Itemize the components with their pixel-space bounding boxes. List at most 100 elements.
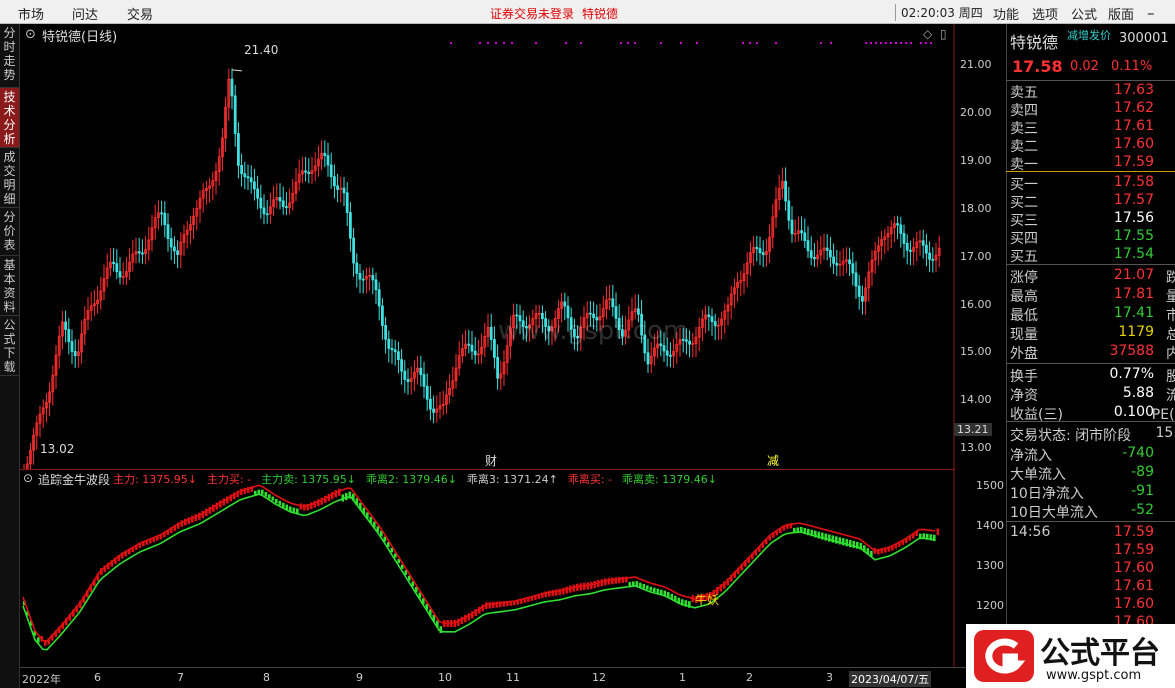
- menu-wenda[interactable]: 问达: [72, 4, 98, 23]
- candle-body: [832, 256, 835, 264]
- candle-body: [761, 252, 765, 256]
- candle-body: [925, 244, 928, 254]
- quote-row: 涨停 21.07 跌停: [1010, 267, 1175, 286]
- candle-body: [637, 308, 640, 315]
- marker-reduce[interactable]: 减: [767, 452, 779, 469]
- quote-row: 买三 17.56: [1010, 210, 1175, 229]
- candle-body: [176, 250, 180, 255]
- axis-label: 2: [746, 671, 753, 684]
- indicator-legend: 主力: 1375.95↓ 主力买: - 主力卖: 1375.95↓ 乖离2: 1379…: [113, 471, 727, 487]
- quote-value: -740: [1122, 445, 1154, 461]
- quote-row: 卖二 17.60: [1010, 136, 1175, 155]
- menu-trade[interactable]: 交易: [127, 4, 153, 23]
- candle-body: [115, 263, 119, 273]
- divider: [1006, 363, 1175, 364]
- quote-key: 卖五: [1010, 85, 1038, 101]
- left-tab-bar: 分时走势 技术分析 成交明细 分价表 基本资料 公式下载: [0, 24, 20, 688]
- price-tick: 21.00: [960, 58, 992, 71]
- chart-title: 特锐德(日线): [42, 30, 118, 45]
- chart-dropdown-icon[interactable]: ⊙: [25, 27, 36, 42]
- legend-item: 乖离买: -: [567, 473, 612, 486]
- indicator-chart[interactable]: ⊙ 追踪金牛波段 主力: 1375.95↓ 主力买: - 主力卖: 1375.95↓…: [20, 469, 955, 668]
- candle-body: [326, 155, 330, 166]
- quote-key: 买三: [1010, 213, 1038, 229]
- quote-row: 外盘 37588 内盘: [1010, 343, 1175, 362]
- quote-row: 净资 5.88 流通: [1010, 385, 1175, 404]
- indicator-bar: [275, 499, 278, 504]
- indicator-title: 追踪金牛波段: [38, 473, 111, 487]
- candle-body: [243, 173, 247, 178]
- menu-market[interactable]: 市场: [18, 4, 44, 23]
- axis-cursor-date: 2023/04/07/五: [849, 671, 932, 687]
- candle-body: [861, 296, 864, 302]
- indicator-tick: 1300: [976, 559, 1004, 572]
- candle-body: [278, 197, 282, 202]
- tab-formula-download[interactable]: 公式下载: [0, 316, 19, 376]
- tab-technical[interactable]: 技术分析: [0, 88, 19, 148]
- legend-item: 乖离卖: 1379.46↓: [622, 473, 717, 486]
- quote-key: 买一: [1010, 177, 1038, 193]
- divider: [1006, 171, 1175, 172]
- quote-extra: 量比: [1166, 289, 1175, 305]
- candle-body: [256, 188, 260, 199]
- candle-body: [403, 370, 407, 380]
- quote-key: 净资: [1010, 388, 1038, 404]
- quote-row: 买五 17.54: [1010, 246, 1175, 265]
- candle-body: [489, 326, 493, 340]
- diamond-icon[interactable]: ◇: [923, 27, 932, 41]
- candle-body: [262, 207, 266, 215]
- tab-deals[interactable]: 成交明细: [0, 148, 19, 208]
- quote-row: 换手 0.77% 股本: [1010, 366, 1175, 385]
- candlestick-chart[interactable]: ⊙ 特锐德(日线) 21.40 13.02 财 减 www.gspt.com ◇…: [20, 24, 992, 487]
- quote-row: 收益(三)0.100PE(动): [1010, 404, 1175, 423]
- quote-row: 现量 1179 总量: [1010, 324, 1175, 343]
- candle-body: [589, 312, 592, 315]
- minimize-icon[interactable]: –: [1147, 4, 1155, 22]
- quote-extra: 股本: [1166, 369, 1175, 385]
- menu-function[interactable]: 功能: [993, 4, 1019, 23]
- indicator-bar: [264, 492, 268, 497]
- marker-finance[interactable]: 财: [485, 452, 497, 469]
- price-tick: 13.00: [960, 441, 992, 455]
- candle-body: [787, 200, 791, 221]
- clock: 02:20:03 周四: [895, 4, 983, 21]
- candle-body: [345, 192, 349, 213]
- menu-layout[interactable]: 版面: [1108, 4, 1134, 23]
- candle-body: [352, 237, 356, 264]
- menu-options[interactable]: 选项: [1032, 4, 1058, 23]
- candle-body: [790, 219, 794, 235]
- status-label: 交易状态: 闭市阶段: [1010, 428, 1132, 444]
- tab-fundamentals[interactable]: 基本资料: [0, 256, 19, 316]
- indicator-bar: [261, 489, 264, 495]
- candle-body: [467, 343, 471, 346]
- candle-body: [230, 78, 234, 97]
- indicator-bar: [488, 602, 492, 609]
- candle-body: [342, 187, 346, 194]
- quote-value: 17.63: [1113, 82, 1154, 98]
- square-icon[interactable]: ▯: [940, 27, 947, 41]
- indicator-bar: [495, 601, 499, 608]
- quote-key: 买二: [1010, 195, 1038, 211]
- axis-label: 2022年: [22, 673, 61, 686]
- tab-price-table[interactable]: 分价表: [0, 208, 19, 256]
- candle-body: [931, 258, 935, 261]
- candle-body: [758, 248, 762, 254]
- tab-timeshare[interactable]: 分时走势: [0, 24, 19, 88]
- candle-body: [374, 279, 378, 291]
- candle-body: [688, 340, 691, 345]
- quote-value: 17.61: [1113, 578, 1154, 594]
- quote-row: 卖四 17.62: [1010, 100, 1175, 119]
- candle-body: [713, 321, 717, 327]
- indicator-dropdown-icon[interactable]: ⊙: [23, 471, 33, 485]
- candle-body: [813, 257, 816, 260]
- candle-body: [64, 321, 67, 330]
- tab-label: 成交明细: [3, 150, 16, 206]
- indicator-tick: 1400: [976, 519, 1004, 532]
- candle-body: [809, 250, 813, 258]
- candle-body: [563, 301, 567, 307]
- indicator-bar: [936, 528, 940, 535]
- candle-body: [803, 232, 807, 242]
- quote-value: 17.41: [1113, 305, 1154, 321]
- quote-value: 0.100: [1113, 404, 1154, 420]
- menu-formula[interactable]: 公式: [1071, 4, 1097, 23]
